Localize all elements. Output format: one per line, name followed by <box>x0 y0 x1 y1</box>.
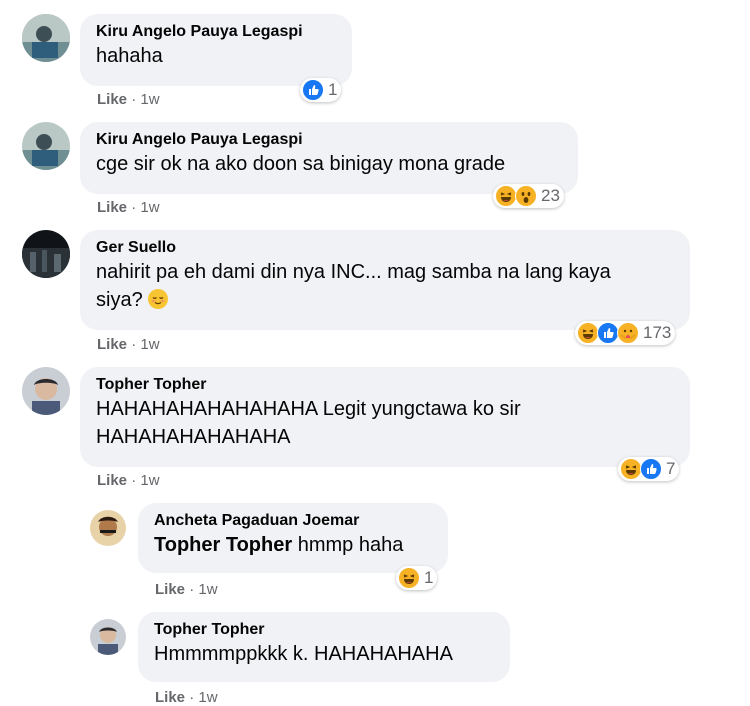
like-link[interactable]: Like <box>155 689 185 706</box>
reply-bubble: Topher Topher Hmmmmppkkk k. HAHAHAHAHA <box>138 612 510 682</box>
avatar[interactable] <box>90 510 126 546</box>
comment-text: HAHAHAHAHAHAHAHA Legit yungctawa ko sir … <box>96 395 674 451</box>
reply-author[interactable]: Topher Topher <box>154 620 494 640</box>
separator: · <box>131 199 137 216</box>
avatar[interactable] <box>22 14 70 62</box>
comment-text-line: nahirit pa eh dami din nya INC... mag sa… <box>96 261 611 283</box>
reply-text: Hmmmmppkkk k. HAHAHAHAHA <box>154 643 453 665</box>
reply-text: Topher Topher hmmp haha <box>154 531 432 559</box>
comment-text: cge sir ok na ako doon sa binigay mona g… <box>96 153 506 175</box>
separator: · <box>131 91 137 108</box>
comment-actions: Like · 1w <box>97 91 160 108</box>
separator: · <box>131 336 137 353</box>
reaction-summary[interactable]: 7 <box>618 457 680 481</box>
comment-bubble: Ger Suello nahirit pa eh dami din nya IN… <box>80 230 690 330</box>
avatar[interactable] <box>22 367 70 415</box>
reply-actions: Like · 1w <box>155 581 218 598</box>
like-reaction-icon <box>597 322 619 344</box>
comment-author[interactable]: Topher Topher <box>96 375 674 395</box>
timestamp[interactable]: 1w <box>140 472 159 489</box>
comment-author[interactable]: Kiru Angelo Pauya Legaspi <box>96 130 562 150</box>
mention-link[interactable]: Topher Topher <box>154 534 292 556</box>
reaction-count: 1 <box>424 568 434 587</box>
avatar[interactable] <box>90 619 126 655</box>
reaction-count: 173 <box>643 323 672 342</box>
comment-actions: Like · 1w <box>97 472 160 489</box>
timestamp[interactable]: 1w <box>140 91 159 108</box>
haha-reaction-icon <box>620 458 642 480</box>
relieved-face-emoji-icon <box>148 289 169 309</box>
like-link[interactable]: Like <box>97 91 127 108</box>
reply-bubble: Ancheta Pagaduan Joemar Topher Topher hm… <box>138 503 448 573</box>
separator: · <box>189 689 195 706</box>
comment-text-line: HAHAHAHAHAHAHAHA Legit yungctawa ko sir <box>96 398 521 420</box>
reaction-summary[interactable]: 1 <box>396 566 438 590</box>
like-reaction-icon <box>302 79 324 101</box>
comment-text-line: HAHAHAHAHAHAHA <box>96 426 291 448</box>
comment-text-line: siya? <box>96 286 674 314</box>
separator: · <box>189 581 195 598</box>
reaction-summary[interactable]: 23 <box>493 184 564 208</box>
comment-text: hahaha <box>96 45 163 67</box>
timestamp[interactable]: 1w <box>198 689 217 706</box>
like-link[interactable]: Like <box>97 336 127 353</box>
comment-text: nahirit pa eh dami din nya INC... mag sa… <box>96 258 674 314</box>
reaction-count: 23 <box>541 186 560 205</box>
comment-actions: Like · 1w <box>97 199 160 216</box>
haha-reaction-icon <box>577 322 599 344</box>
timestamp[interactable]: 1w <box>198 581 217 598</box>
reaction-summary[interactable]: 173 <box>575 321 676 345</box>
reaction-count: 7 <box>666 459 676 478</box>
timestamp[interactable]: 1w <box>140 199 159 216</box>
reply-actions: Like · 1w <box>155 689 218 706</box>
like-link[interactable]: Like <box>97 199 127 216</box>
like-reaction-icon <box>640 458 662 480</box>
reply-author[interactable]: Ancheta Pagaduan Joemar <box>154 511 432 531</box>
avatar[interactable] <box>22 230 70 278</box>
comment-author[interactable]: Kiru Angelo Pauya Legaspi <box>96 22 336 42</box>
like-link[interactable]: Like <box>155 581 185 598</box>
reply-text-fragment: hmmp haha <box>292 534 404 556</box>
timestamp[interactable]: 1w <box>140 336 159 353</box>
wow-reaction-icon <box>515 185 537 207</box>
separator: · <box>131 472 137 489</box>
reaction-count: 1 <box>328 80 338 99</box>
comment-author[interactable]: Ger Suello <box>96 238 674 258</box>
comment-bubble: Kiru Angelo Pauya Legaspi hahaha <box>80 14 352 86</box>
comment-actions: Like · 1w <box>97 336 160 353</box>
comment-text-fragment: siya? <box>96 289 143 311</box>
reaction-summary[interactable]: 1 <box>300 78 342 102</box>
comment-bubble: Topher Topher HAHAHAHAHAHAHAHA Legit yun… <box>80 367 690 467</box>
haha-reaction-icon <box>398 567 420 589</box>
like-link[interactable]: Like <box>97 472 127 489</box>
haha-reaction-icon <box>495 185 517 207</box>
care-reaction-icon <box>617 322 639 344</box>
avatar[interactable] <box>22 122 70 170</box>
